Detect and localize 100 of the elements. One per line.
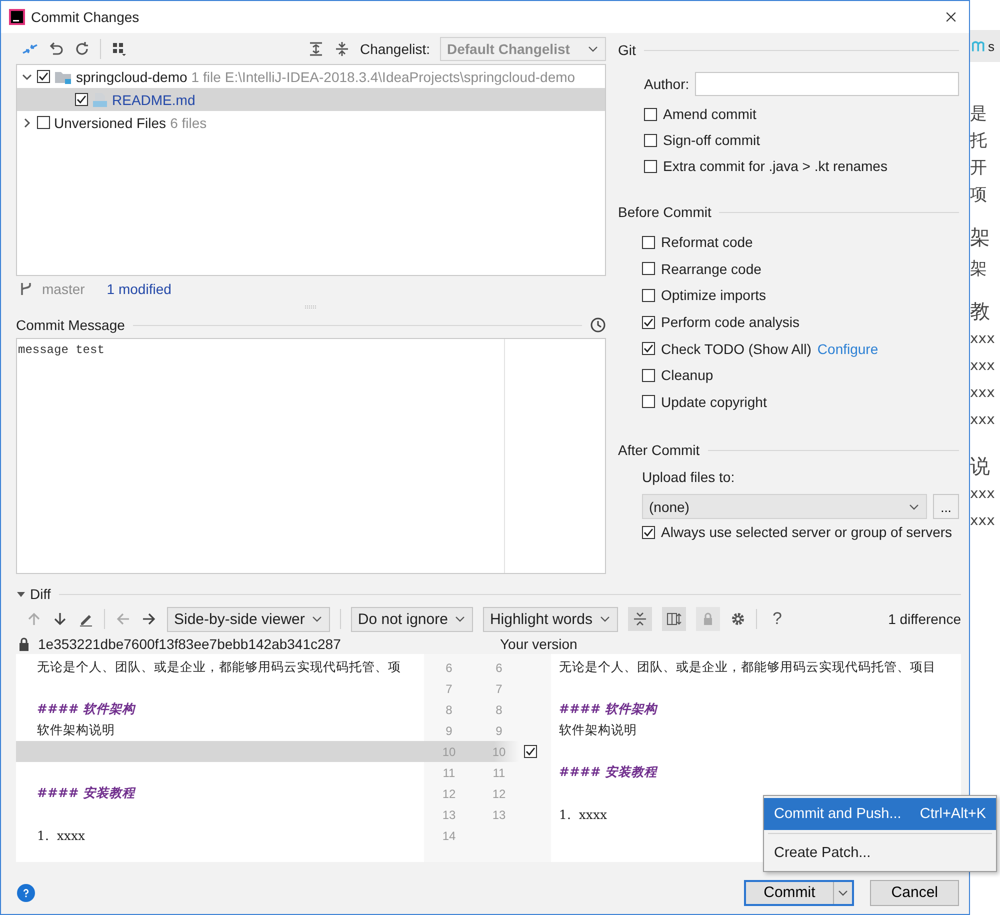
changelist-label: Changelist: — [360, 40, 430, 56]
author-label: Author: — [644, 76, 690, 92]
section-title: Git — [618, 42, 636, 58]
checkbox[interactable] — [644, 134, 657, 146]
left-revision-title: 1e353221dbe7600f13f83ee7bebb142ab341c287 — [38, 636, 342, 652]
option-label[interactable]: Update copyright — [661, 394, 767, 410]
project-path: E:\IntelliJ-IDEA-2018.3.4\IdeaProjects\springcloud-demo — [224, 68, 576, 84]
option-label[interactable]: Sign-off commit — [663, 132, 760, 148]
tree-row[interactable]: README.md — [17, 88, 605, 111]
tree-item-label: springcloud-demo — [76, 68, 188, 84]
settings-icon[interactable] — [730, 611, 746, 627]
markdown-heading: #### 安装教程 — [37, 785, 136, 802]
expand-all-icon[interactable] — [308, 40, 324, 56]
checkbox[interactable] — [644, 108, 657, 120]
section-title: Diff — [30, 586, 51, 602]
sync-scroll-button[interactable] — [662, 607, 686, 631]
checkbox[interactable] — [642, 368, 655, 382]
collapse-icon — [632, 611, 648, 627]
branch-name: master — [42, 281, 85, 297]
checkbox[interactable] — [644, 160, 657, 172]
author-field[interactable] — [695, 72, 959, 96]
option-label[interactable]: Amend commit — [663, 106, 756, 122]
upload-label: Upload files to: — [642, 469, 736, 488]
collapse-all-icon[interactable] — [334, 40, 350, 56]
right-revision-title: Your version — [500, 636, 578, 652]
down-arrow-icon[interactable] — [52, 611, 68, 627]
option-label[interactable]: Reformat code — [661, 234, 753, 250]
document-text: 是 — [970, 103, 988, 122]
app-logo-icon — [9, 9, 25, 25]
document-text: xxx — [970, 385, 996, 403]
help-button[interactable] — [17, 884, 35, 902]
line-number: 8 — [444, 702, 454, 716]
modified-count-link[interactable]: 1 modified — [106, 281, 172, 297]
checkbox[interactable] — [75, 93, 88, 106]
commit-message-field[interactable]: message test — [16, 338, 606, 574]
tree-row[interactable]: Unversioned Files 6 files — [17, 111, 605, 134]
cancel-button[interactable]: Cancel — [870, 880, 959, 906]
file-count: 1 file — [191, 68, 221, 84]
line-number: 10 — [491, 744, 507, 758]
line-number: 14 — [441, 828, 457, 842]
list-item: 1. xxxx — [559, 807, 608, 822]
viewer-dropdown[interactable]: Side-by-side viewer — [167, 606, 330, 632]
tab-label[interactable]: s — [988, 38, 994, 54]
document-text: xxx — [970, 513, 996, 531]
file-count: 6 files — [170, 114, 207, 130]
option-label[interactable]: Optimize imports — [661, 287, 766, 304]
undo-icon[interactable] — [48, 40, 64, 56]
checkbox[interactable] — [524, 745, 537, 758]
line-number: 13 — [441, 808, 457, 822]
line-number: 7 — [444, 682, 454, 696]
configure-link[interactable]: Configure — [817, 340, 878, 357]
document-text: 托 — [970, 130, 988, 149]
line-number: 10 — [441, 744, 457, 758]
ignore-dropdown[interactable]: Do not ignore — [350, 606, 473, 632]
document-text: xxx — [970, 331, 996, 349]
option-label[interactable]: Extra commit for .java > .kt renames — [663, 158, 888, 174]
menu-item[interactable]: Commit and Push... Ctrl+Alt+K — [764, 798, 996, 830]
right-arrow-icon[interactable] — [141, 611, 157, 627]
section-title: After Commit — [618, 442, 700, 458]
checkbox[interactable] — [37, 70, 50, 83]
checkbox[interactable] — [642, 526, 655, 539]
line-number: 12 — [441, 786, 457, 800]
document-text: 开 — [970, 157, 988, 176]
option-label[interactable]: Cleanup — [661, 367, 714, 384]
document-text: 说 — [970, 453, 991, 479]
checkbox[interactable] — [642, 316, 655, 329]
markdown-file-icon — [92, 92, 108, 108]
line-number: 11 — [492, 766, 506, 780]
code-line: 无论是个人、团队、或是企业，都能够用码云实现代码托管、项 — [37, 659, 401, 676]
tree-row[interactable]: springcloud-demo 1 file E:\IntelliJ-IDEA-2018.3.4\IdeaProjects\springcloud-demo — [17, 65, 605, 88]
checkbox[interactable] — [642, 236, 655, 249]
group-by-icon[interactable] — [111, 40, 127, 56]
line-number: 13 — [491, 808, 507, 822]
tree-item-label: Unversioned Files — [54, 114, 166, 130]
checkbox[interactable] — [37, 116, 50, 129]
checkbox[interactable] — [642, 288, 655, 302]
help-button[interactable]: ? — [766, 609, 788, 629]
browse-button[interactable]: ... — [933, 494, 959, 520]
collapse-unchanged-button[interactable] — [628, 607, 652, 631]
document-text: xxx — [970, 486, 996, 504]
section-title: Before Commit — [618, 204, 712, 220]
document-text: xxx — [970, 358, 996, 376]
checkbox[interactable] — [642, 342, 655, 356]
option-label[interactable]: Check TODO (Show All) — [661, 340, 812, 357]
highlight-dropdown[interactable]: Highlight words — [482, 606, 618, 632]
menu-item[interactable]: Create Patch... — [764, 837, 996, 869]
upload-server-dropdown[interactable]: (none) — [642, 494, 927, 520]
checkbox[interactable] — [642, 395, 655, 408]
m-logo-icon — [972, 39, 986, 53]
markdown-heading: #### 安装教程 — [559, 764, 658, 781]
document-text: xxx — [970, 412, 996, 430]
history-icon[interactable] — [590, 317, 606, 333]
option-label[interactable]: Always use selected server or group of servers — [661, 524, 952, 540]
checkbox[interactable] — [642, 262, 655, 276]
expanded-triangle-icon[interactable] — [16, 589, 26, 599]
line-number: 11 — [442, 766, 456, 780]
option-label[interactable]: Perform code analysis — [661, 314, 800, 330]
code-line: 无论是个人、团队、或是企业，都能够用码云实现代码托管、项目 — [559, 659, 936, 676]
refresh-icon[interactable] — [74, 40, 90, 56]
option-label[interactable]: Rearrange code — [661, 260, 762, 277]
